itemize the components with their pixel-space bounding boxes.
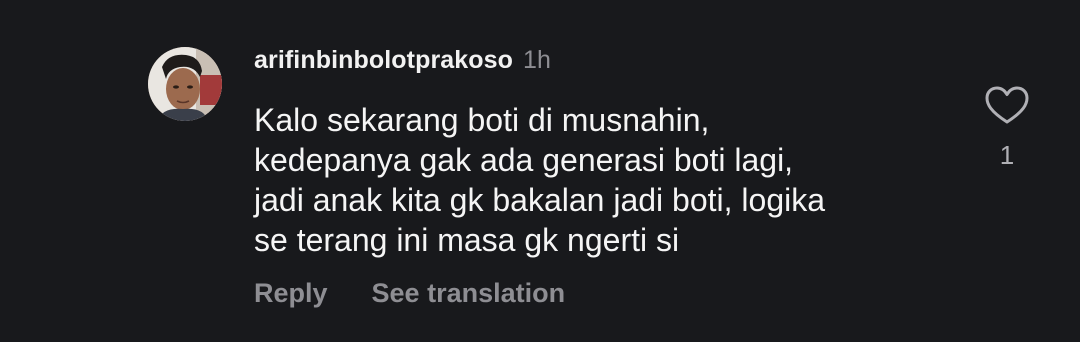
comment-text-line: kedepanya gak ada generasi boti lagi,	[254, 142, 794, 178]
comment-header: arifinbinbolotprakoso 1h	[254, 46, 551, 80]
comment-text-line: se terang ini masa gk ngerti si	[254, 222, 680, 258]
comment-text: Kalo sekarang boti di musnahin, kedepany…	[254, 100, 954, 260]
avatar-photo	[148, 47, 222, 121]
comment-text-line: Kalo sekarang boti di musnahin,	[254, 102, 710, 138]
comment-text-line: jadi anak kita gk bakalan jadi boti, log…	[254, 182, 826, 218]
comment-actions: Reply See translation	[254, 278, 565, 309]
like-button[interactable]	[980, 84, 1034, 126]
like-count: 1	[999, 140, 1015, 170]
heart-outline-icon	[985, 86, 1029, 124]
reply-button[interactable]: Reply	[254, 278, 328, 309]
comment-item: arifinbinbolotprakoso 1h Kalo sekarang b…	[0, 0, 1080, 342]
see-translation-button[interactable]: See translation	[372, 278, 566, 309]
username[interactable]: arifinbinbolotprakoso	[254, 46, 513, 75]
avatar[interactable]	[148, 47, 222, 121]
timestamp: 1h	[523, 46, 551, 74]
